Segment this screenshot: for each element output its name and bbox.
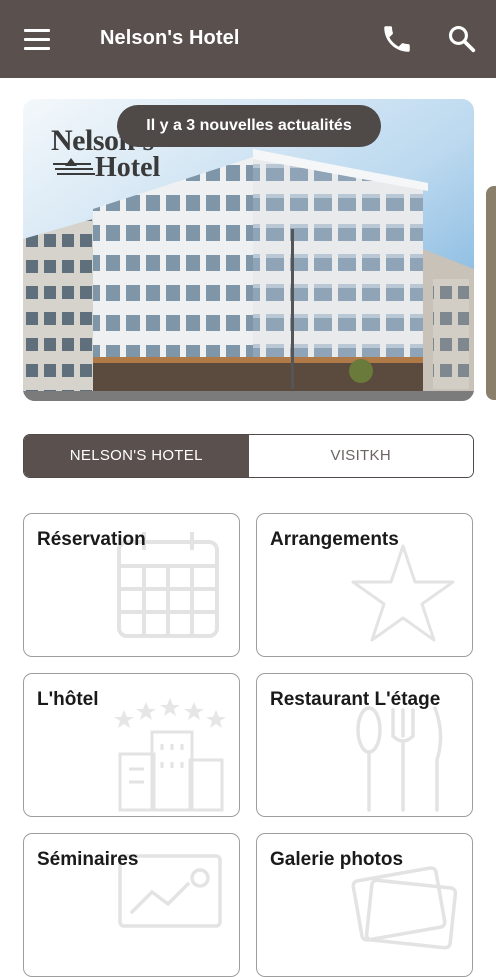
tile-hotel[interactable]: L'hôtel [23, 673, 240, 817]
tile-label: Arrangements [270, 529, 399, 550]
section-tabs: NELSON'S HOTEL VISITKH [23, 434, 474, 478]
menu-icon[interactable] [22, 25, 56, 55]
next-slide-preview[interactable] [486, 186, 496, 400]
tile-label: Restaurant L'étage [270, 689, 441, 710]
tile-label: Réservation [37, 529, 146, 550]
tile-restaurant[interactable]: Restaurant L'étage [256, 673, 473, 817]
tile-label: Galerie photos [270, 849, 404, 870]
tile-galerie-photos[interactable]: Galerie photos [256, 833, 473, 977]
tile-seminaires[interactable]: Séminaires [23, 833, 240, 977]
tile-reservation[interactable]: Réservation [23, 513, 240, 657]
phone-icon[interactable] [380, 22, 414, 56]
tab-visitkh[interactable]: VISITKH [248, 435, 473, 477]
app-bar: Nelson's Hotel [0, 0, 496, 78]
news-notification-pill[interactable]: Il y a 3 nouvelles actualités [117, 105, 381, 147]
tab-nelsons-hotel[interactable]: NELSON'S HOTEL [24, 435, 249, 477]
tile-label: L'hôtel [37, 689, 99, 710]
search-icon[interactable] [445, 22, 479, 56]
app-title: Nelson's Hotel [100, 27, 240, 49]
tile-label: Séminaires [37, 849, 139, 870]
tile-arrangements[interactable]: Arrangements [256, 513, 473, 657]
